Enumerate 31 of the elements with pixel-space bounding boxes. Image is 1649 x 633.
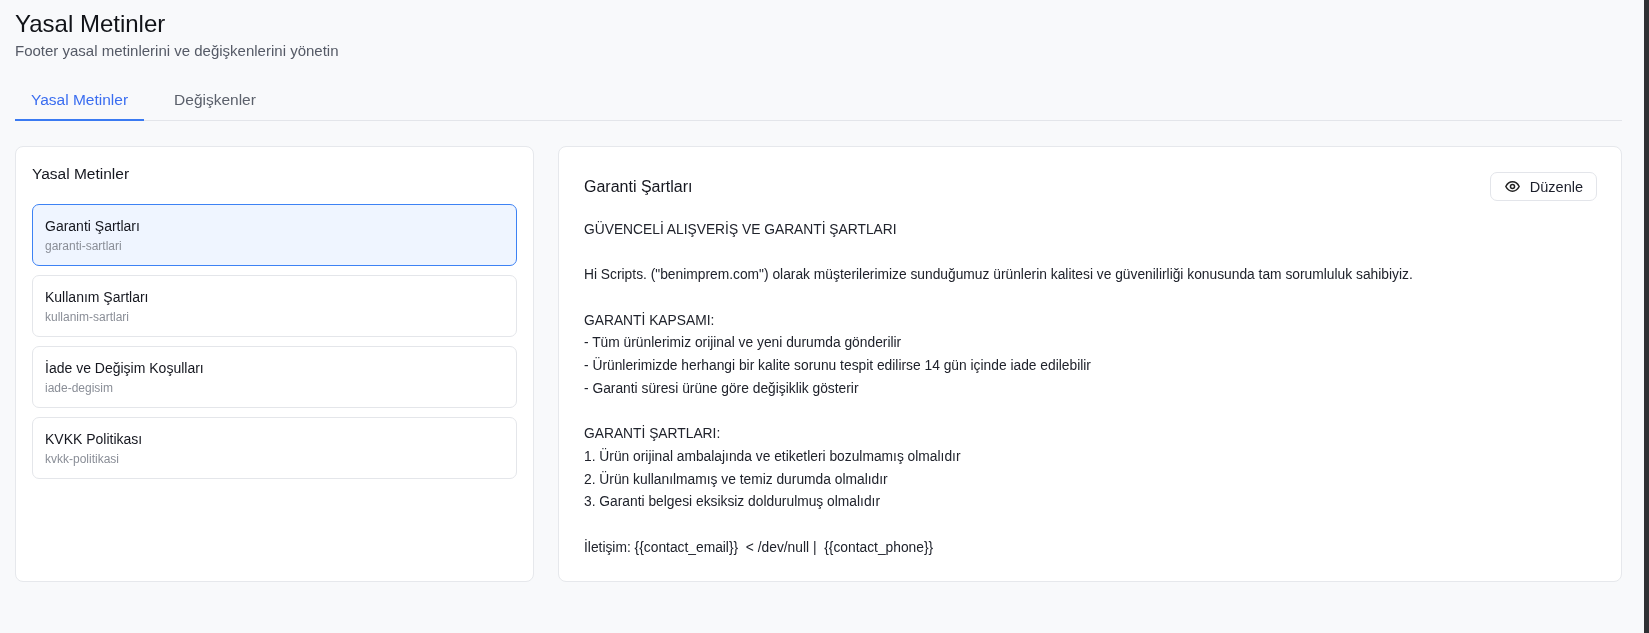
content-text: - Tüm ürünlerimiz orijinal ve yeni durumda gönderilir	[584, 334, 902, 353]
tab[interactable]: Yasal Metinler	[15, 80, 145, 121]
document-slug: kvkk-politikasi	[45, 451, 119, 468]
content-text: GÜVENCELİ ALIŞVERİŞ VE GARANTİ ŞARTLARI	[584, 220, 897, 239]
card-title: Yasal Metinler	[32, 164, 130, 184]
page-subtitle: Footer yasal metinlerini ve değişkenlerini yönetin	[15, 41, 339, 61]
content-text: 2. Ürün kullanılmamış ve temiz durumda olmalıdır	[584, 470, 888, 489]
preview-title: Garanti Şartları	[584, 176, 693, 197]
document-list-item[interactable]: İade ve Değişim Koşulları iade-degisim	[32, 346, 517, 408]
content-text: Hi Scripts. ("benimprem.com") olarak müşterilerimize sunduğumuz ürünlerin kalitesi ve güvenilirliği konusunda tam sorumluluk sahibiyiz.	[584, 266, 1413, 285]
document-title: Garanti Şartları	[45, 217, 140, 236]
document-slug: iade-degisim	[45, 380, 114, 397]
content-text: GARANTİ ŞARTLARI:	[584, 424, 721, 444]
content-text: 1. Ürün orijinal ambalajında ve etiketleri bozulmamış olmalıdır	[584, 447, 961, 466]
document-slug: garanti-sartlari	[45, 238, 122, 255]
document-title: İade ve Değişim Koşulları	[45, 359, 204, 378]
document-title: Kullanım Şartları	[45, 288, 149, 307]
document-list-item[interactable]: KVKK Politikası kvkk-politikasi	[32, 417, 517, 479]
tab[interactable]: Değişkenler	[158, 80, 272, 121]
content-text: - Ürünlerimizde herhangi bir kalite sorunu tespit edilirse 14 gün içinde iade edilebilir	[584, 356, 1091, 376]
edit-button[interactable]: Düzenle	[1489, 172, 1597, 201]
content-text: GARANTİ KAPSAMI:	[584, 311, 715, 330]
content-text: İletişim: {{contact_email}} < /dev/null | {{contact_phone}}	[584, 538, 934, 557]
document-list-item[interactable]: Kullanım Şartları kullanim-sartlari	[32, 275, 517, 337]
content-text: - Garanti süresi ürüne göre değişiklik gösterir	[584, 379, 859, 398]
document-list-item[interactable]: Garanti Şartları garanti-sartlari	[32, 204, 517, 266]
document-slug: kullanim-sartlari	[45, 309, 130, 326]
content-text: 3. Garanti belgesi eksiksiz doldurulmuş olmalıdır	[584, 493, 880, 512]
page-title: Yasal Metinler	[15, 9, 166, 39]
eye-icon	[1504, 181, 1520, 192]
document-title: KVKK Politikası	[45, 430, 143, 449]
